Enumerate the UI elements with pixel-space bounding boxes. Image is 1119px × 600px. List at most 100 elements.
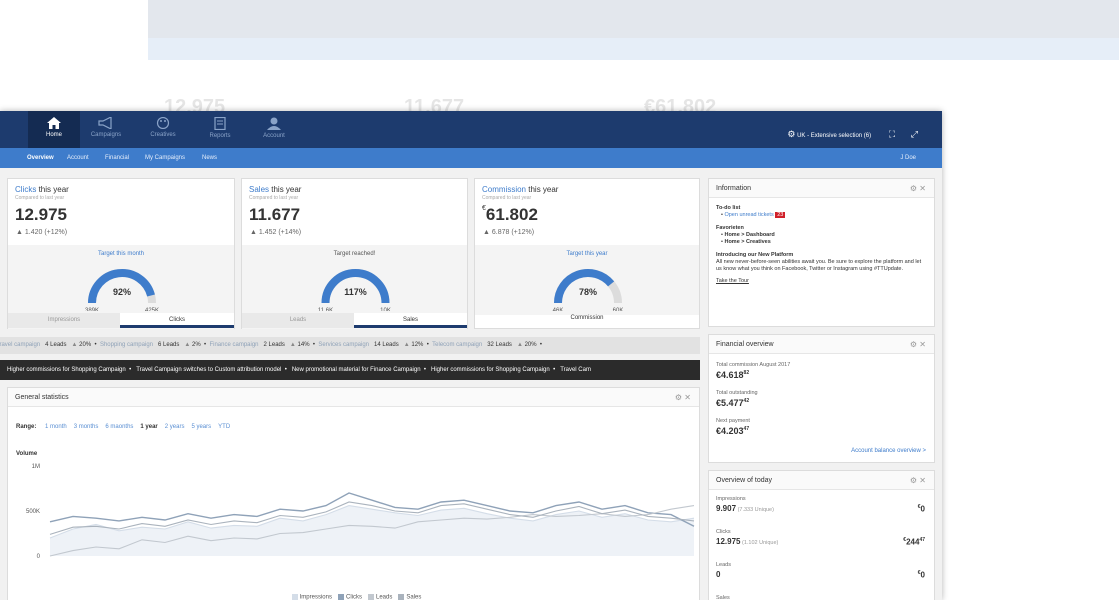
close-icon[interactable]: ✕ <box>919 340 926 349</box>
news-item[interactable]: Travel Cam <box>560 360 591 380</box>
tab-impressions[interactable]: Impressions <box>8 313 120 328</box>
kpi-tabs: Impressions Clicks <box>8 313 234 328</box>
gauge-max: 10K <box>380 308 391 311</box>
news-item[interactable]: New promotional material for Finance Cam… <box>292 360 421 380</box>
today-value: 0 <box>716 570 721 579</box>
financial-row: Next payment €4.20347 <box>716 418 750 436</box>
panel-header: Financial overview ⚙ ✕ <box>709 335 934 354</box>
ticker-item[interactable]: Finance campaign 2 Leads ▲ 14% • <box>209 337 316 354</box>
nav-campaigns[interactable]: Campaigns <box>80 111 132 148</box>
today-label: Clicks <box>716 529 731 535</box>
favorites-title: Favorieten <box>716 225 744 231</box>
subnav-overview[interactable]: Overview <box>27 155 54 161</box>
legend-item[interactable]: Sales <box>406 595 421 600</box>
tab-clicks[interactable]: Clicks <box>120 313 234 328</box>
open-tickets-link[interactable]: Open unread tickets <box>724 212 773 218</box>
take-tour-link[interactable]: Take the Tour <box>716 278 749 284</box>
subnav-financial[interactable]: Financial <box>105 155 129 161</box>
gear-icon[interactable]: ⚙ <box>787 129 795 139</box>
nav-account[interactable]: Account <box>248 111 300 148</box>
information-panel: Information ⚙ ✕ To-do list • Open unread … <box>708 178 935 327</box>
favorite-link[interactable]: Home > Dashboard <box>724 232 774 238</box>
kpi-value: 12.975 <box>15 205 67 224</box>
kpi-compare: Compared to last year <box>15 195 65 201</box>
gear-icon[interactable]: ⚙ <box>910 476 917 485</box>
gear-icon[interactable]: ⚙ <box>910 340 917 349</box>
up-triangle-icon: ▲ <box>483 229 490 236</box>
sitemap-icon[interactable]: ⛶ <box>889 129 895 139</box>
series-area-impressions <box>50 505 694 556</box>
nav-home[interactable]: Home <box>28 111 80 148</box>
y-tick-label: 500K <box>26 509 40 515</box>
tab-commission[interactable]: Commission <box>475 315 699 321</box>
today-label: Sales <box>716 595 730 600</box>
kpi-value: 11.677 <box>249 205 301 224</box>
news-item[interactable]: Higher commissions for Shopping Campaign <box>7 360 126 380</box>
gear-icon[interactable]: ⚙ <box>910 184 917 193</box>
statistics-line-chart: 1M 500K 0 <box>26 464 695 560</box>
selection-dropdown[interactable]: Extensive selection (6) <box>811 133 871 139</box>
legend-swatch <box>291 594 298 600</box>
kpi-delta: ▲ 1.452 (+14%) <box>250 229 302 236</box>
ticker-item[interactable]: Telecom campaign 32 Leads ▲ 20% • <box>432 337 542 354</box>
ticker-item[interactable]: Shopping campaign 6 Leads ▲ 2% • <box>100 337 208 354</box>
ghost-sub-nav <box>148 38 1119 60</box>
today-sub: (7.333 Unique) <box>737 507 774 513</box>
subnav-account[interactable]: Account <box>67 155 89 161</box>
range-option[interactable]: 6 maonths <box>105 424 133 430</box>
fullscreen-icon[interactable]: ⤢ <box>911 129 918 139</box>
range-option[interactable]: YTD <box>218 424 230 430</box>
kpi-value: €61.802 <box>482 205 538 224</box>
ticker-item[interactable]: Services campaign 14 Leads ▲ 12% • <box>318 337 430 354</box>
top-navigation: Home Campaigns Creatives Reports Account… <box>0 111 942 148</box>
subnav-my-campaigns[interactable]: My Campaigns <box>145 155 185 161</box>
up-triangle-icon: ▲ <box>250 229 257 236</box>
today-amount: €24447 <box>903 537 925 547</box>
ticker-item[interactable]: Travel campaign 4 Leads ▲ 20% • <box>0 337 98 354</box>
range-selector: Range: 1 month 3 months 6 maonths 1 year 2 y… <box>16 424 230 430</box>
range-option[interactable]: 1 year <box>140 424 157 430</box>
nav-creatives-label: Creatives <box>150 132 176 138</box>
user-name[interactable]: J Doe <box>900 155 916 161</box>
today-amount: €0 <box>917 504 925 514</box>
range-option[interactable]: 1 month <box>45 424 67 430</box>
y-tick-label: 0 <box>37 554 41 560</box>
ticket-count-badge: 23 <box>775 212 786 218</box>
tab-leads[interactable]: Leads <box>242 313 354 328</box>
news-item[interactable]: Higher commissions for Shopping Campaign <box>431 360 550 380</box>
gauge: 92% 389K 425K <box>85 269 159 311</box>
news-item[interactable]: Travel Campaign switches to Custom attri… <box>136 360 281 380</box>
close-icon[interactable]: ✕ <box>919 476 926 485</box>
nav-creatives[interactable]: Creatives <box>137 111 189 148</box>
account-balance-link[interactable]: Account balance overview > <box>851 448 926 454</box>
kpi-delta: ▲ 1.420 (+12%) <box>16 229 68 236</box>
overview-today-panel: Overview of today ⚙ ✕ Impressions 9.907 (7… <box>708 470 935 600</box>
panel-title: Financial overview <box>716 341 774 348</box>
nav-reports[interactable]: Reports <box>194 111 246 148</box>
ghost-top-nav <box>148 0 1119 38</box>
legend-item[interactable]: Leads <box>376 595 392 600</box>
home-icon <box>47 117 61 129</box>
gear-icon[interactable]: ⚙ <box>675 393 682 402</box>
close-icon[interactable]: ✕ <box>684 393 691 402</box>
range-option[interactable]: 5 years <box>191 424 211 430</box>
kpi-title: Sales this year <box>249 185 302 194</box>
sub-navigation: Overview Account Financial My Campaigns … <box>0 148 942 168</box>
favorite-link[interactable]: Home > Creatives <box>724 239 770 245</box>
platform-title: Introducing our New Platform <box>716 252 794 258</box>
dashboard-window: Home Campaigns Creatives Reports Account… <box>0 111 942 600</box>
today-value: 12.975 <box>716 537 741 546</box>
kpi-tabs: Leads Sales <box>242 313 467 328</box>
legend-item[interactable]: Clicks <box>346 595 362 600</box>
range-option[interactable]: 3 months <box>74 424 99 430</box>
legend-item[interactable]: Impressions <box>300 595 332 600</box>
news-ticker: Higher commissions for Shopping Campaign… <box>0 360 700 380</box>
subnav-news[interactable]: News <box>202 155 217 161</box>
range-option[interactable]: 2 years <box>165 424 185 430</box>
close-icon[interactable]: ✕ <box>919 184 926 193</box>
gauge-label: Target this month <box>97 251 145 257</box>
tab-sales[interactable]: Sales <box>354 313 467 328</box>
toolbar-right: ⚙ UK - Extensive selection (6) ⛶ ⤢ <box>787 129 918 139</box>
today-row: Leads 0 €0 <box>716 562 925 580</box>
general-statistics-panel: General statistics ⚙ ✕ Range: 1 month 3 mo… <box>7 387 700 600</box>
